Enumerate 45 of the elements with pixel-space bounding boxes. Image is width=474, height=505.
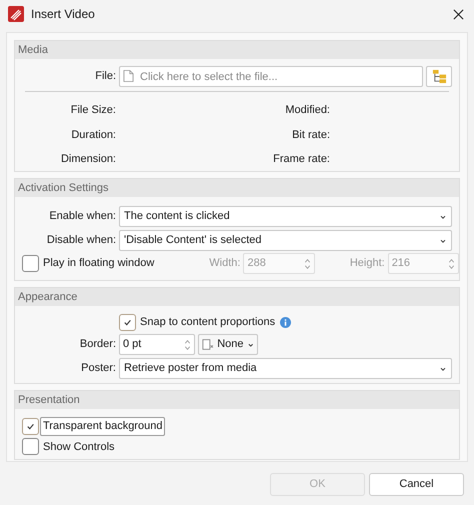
section-title: Presentation	[18, 392, 80, 408]
browse-button[interactable]	[426, 66, 452, 87]
checkbox-label: Show Controls	[42, 440, 116, 454]
info-icon[interactable]	[280, 317, 292, 328]
checkbox[interactable]	[22, 418, 39, 435]
field-label: File:	[94, 69, 117, 84]
checkbox[interactable]	[22, 255, 39, 272]
field-label: File Size:	[70, 103, 117, 118]
window-title: Insert Video	[31, 6, 96, 23]
field-label: Modified:	[284, 103, 331, 118]
section-title: Appearance	[18, 290, 78, 305]
checkbox[interactable]	[22, 438, 39, 456]
dialog-button[interactable]: Cancel	[369, 473, 464, 496]
border-style-icon	[202, 338, 214, 351]
checkbox-label: Snap to content proportions	[140, 315, 276, 330]
field-label: Bit rate:	[291, 128, 331, 142]
spin-arrows-icon	[448, 256, 455, 270]
field-label: Enable when:	[48, 209, 117, 224]
app-logo-icon	[8, 6, 24, 22]
dropdown[interactable]: Retrieve poster from media	[119, 358, 452, 379]
section-title: Media	[18, 42, 48, 58]
check-icon	[26, 422, 35, 431]
field-label: Duration:	[70, 128, 117, 142]
file-field[interactable]: Click here to select the file...	[119, 66, 423, 87]
field-label: Height:	[348, 256, 386, 272]
dropdown[interactable]: 'Disable Content' is selected	[119, 230, 452, 251]
dropdown[interactable]: The content is clicked	[119, 206, 452, 227]
close-icon[interactable]	[453, 8, 464, 20]
field-label: Dimension:	[60, 152, 117, 167]
checkbox-label: Play in floating window	[43, 256, 156, 272]
field-label: Width:	[208, 256, 242, 272]
checkbox-label: Transparent background	[40, 417, 166, 436]
border-style-dropdown[interactable]: None	[198, 334, 258, 355]
folder-tree-icon	[432, 69, 446, 84]
field-label: Frame rate:	[272, 152, 331, 167]
check-icon	[123, 318, 132, 327]
spin-field[interactable]: 0 pt	[119, 334, 195, 355]
document-icon	[123, 69, 134, 83]
checkbox[interactable]	[119, 314, 136, 331]
field-label: Border:	[78, 337, 117, 352]
spin-arrows-icon	[304, 256, 311, 270]
field-label: Disable when:	[46, 233, 117, 248]
field-label: Poster:	[80, 361, 117, 376]
section-title: Activation Settings	[18, 180, 108, 196]
spin-arrows-icon	[184, 338, 191, 352]
